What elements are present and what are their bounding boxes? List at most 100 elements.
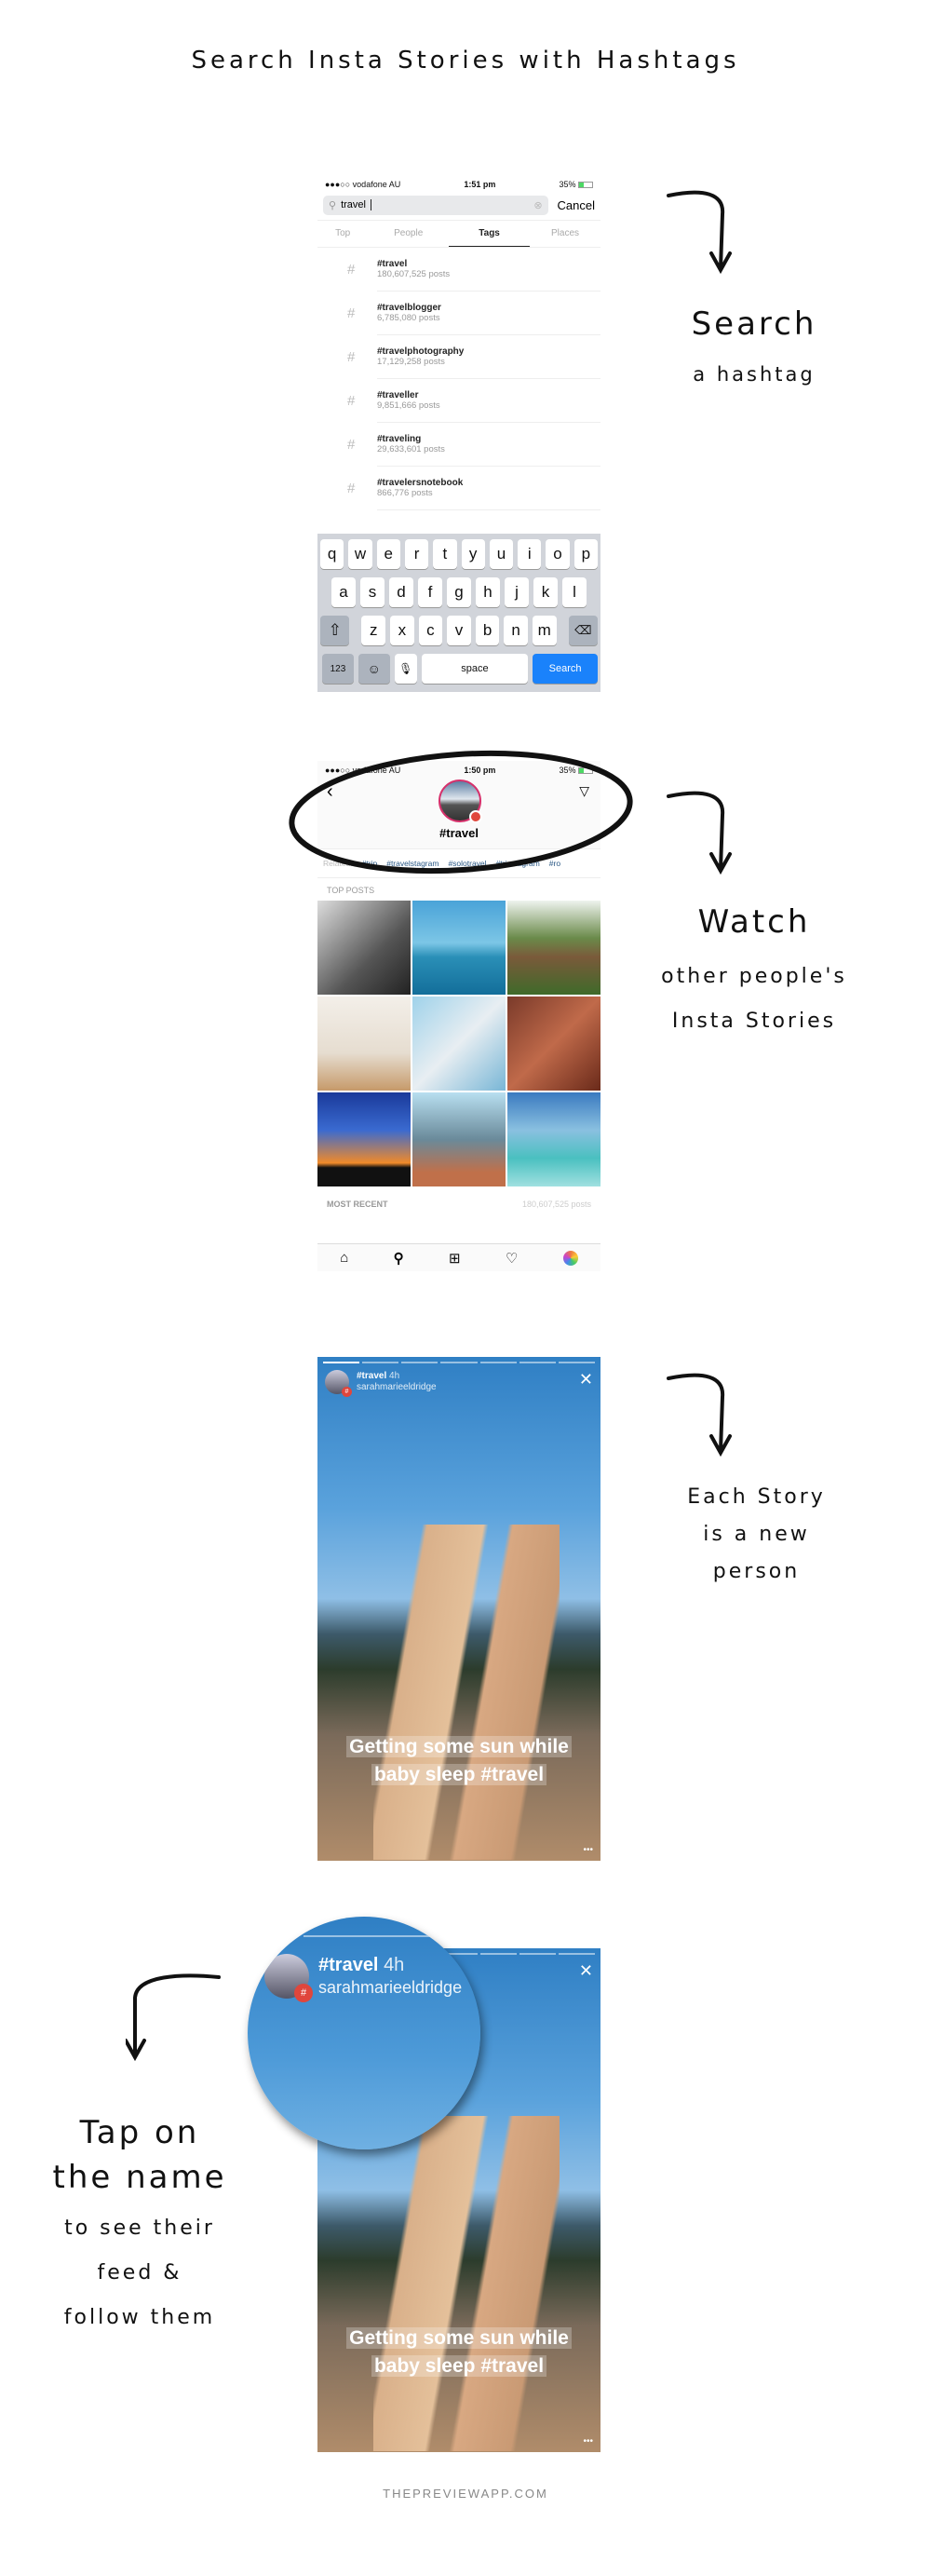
tag-count: 866,776 posts <box>377 488 433 498</box>
post-thumbnail[interactable] <box>317 1092 411 1186</box>
more-icon[interactable]: ••• <box>583 1845 593 1855</box>
key-l[interactable]: l <box>562 577 587 607</box>
caption-line: Getting some sun while <box>346 2327 572 2349</box>
tab-tags[interactable]: Tags <box>449 221 530 247</box>
post-thumbnail[interactable] <box>412 901 506 995</box>
story-age: 4h <box>389 1371 400 1381</box>
story-screen[interactable]: # #travel 4h sarahmarieeldridge ✕ Getting … <box>317 1357 600 1861</box>
key-u[interactable]: u <box>489 539 514 569</box>
tab-bar: Top People Tags Places <box>317 220 600 248</box>
key-m[interactable]: m <box>532 616 557 645</box>
post-thumbnail[interactable] <box>507 997 600 1091</box>
key-v[interactable]: v <box>447 616 471 645</box>
cancel-button[interactable]: Cancel <box>558 198 595 212</box>
post-thumbnail[interactable] <box>507 901 600 995</box>
result-row[interactable]: # #travel 180,607,525 posts <box>317 248 600 291</box>
key-i[interactable]: i <box>518 539 542 569</box>
hand-drawn-circle <box>289 750 633 874</box>
page-title: Search Insta Stories with Hashtags <box>191 47 740 75</box>
tag-count: 17,129,258 posts <box>377 357 445 367</box>
tag-name: #travelblogger <box>377 303 441 313</box>
key-g[interactable]: g <box>447 577 471 607</box>
story-photo <box>373 2116 560 2451</box>
step1-heading: Search <box>691 305 817 343</box>
result-row[interactable]: # #travelblogger 6,785,080 posts <box>317 291 600 335</box>
post-thumbnail[interactable] <box>507 1092 600 1186</box>
post-thumbnail[interactable] <box>317 901 411 995</box>
post-count: 180,607,525 posts <box>521 1200 591 1209</box>
story-caption: Getting some sun while baby sleep #travel <box>317 2325 600 2380</box>
key-e[interactable]: e <box>376 539 400 569</box>
space-key[interactable]: space <box>421 654 529 684</box>
tab-places[interactable]: Places <box>530 221 600 247</box>
search-key[interactable]: Search <box>533 654 598 684</box>
home-icon[interactable]: ⌂ <box>340 1250 348 1266</box>
post-thumbnail[interactable] <box>412 1092 506 1186</box>
story-tag[interactable]: #travel <box>357 1371 386 1381</box>
clear-icon[interactable]: ⊗ <box>533 199 542 211</box>
key-s[interactable]: s <box>360 577 385 607</box>
arrow-icon <box>667 190 732 275</box>
hashtag-icon: # <box>347 393 356 409</box>
search-icon[interactable]: ⚲ <box>394 1250 404 1267</box>
key-o[interactable]: o <box>546 539 570 569</box>
story-username[interactable]: sarahmarieeldridge <box>357 1382 437 1392</box>
step4-line1: Tap on <box>79 2114 200 2151</box>
post-thumbnail[interactable] <box>317 997 411 1091</box>
profile-icon[interactable] <box>562 1250 578 1266</box>
more-icon[interactable]: ••• <box>583 2436 593 2447</box>
close-icon[interactable]: ✕ <box>579 1961 593 1981</box>
key-p[interactable]: p <box>573 539 598 569</box>
shift-key[interactable]: ⇧ <box>320 616 350 645</box>
arrow-icon <box>667 1373 732 1457</box>
numbers-key[interactable]: 123 <box>322 654 354 684</box>
result-row[interactable]: # #travelersnotebook 866,776 posts <box>317 467 600 510</box>
tab-top[interactable]: Top <box>317 221 368 247</box>
backspace-key[interactable]: ⌫ <box>568 616 599 645</box>
result-row[interactable]: # #traveling 29,633,601 posts <box>317 423 600 467</box>
search-input[interactable]: ⚲ travel ⊗ <box>323 195 548 215</box>
battery-icon <box>578 182 593 189</box>
key-q[interactable]: q <box>320 539 344 569</box>
result-row[interactable]: # #travelphotography 17,129,258 posts <box>317 335 600 379</box>
footer[interactable]: THEPREVIEWAPP.COM <box>0 2487 931 2501</box>
key-k[interactable]: k <box>533 577 558 607</box>
post-thumbnail[interactable] <box>412 997 506 1091</box>
key-h[interactable]: h <box>476 577 500 607</box>
heart-icon[interactable]: ♡ <box>506 1250 518 1267</box>
key-n[interactable]: n <box>504 616 528 645</box>
key-w[interactable]: w <box>348 539 372 569</box>
story-tag[interactable]: #travel <box>318 1955 379 1975</box>
step4-line2: the name <box>52 2159 227 2196</box>
key-r[interactable]: r <box>404 539 429 569</box>
result-row[interactable]: # #traveller 9,851,666 posts <box>317 379 600 423</box>
key-d[interactable]: d <box>389 577 413 607</box>
hashtag-icon: # <box>347 262 356 278</box>
story-caption: Getting some sun while baby sleep #travel <box>317 1733 600 1789</box>
tag-count: 180,607,525 posts <box>377 269 451 279</box>
key-t[interactable]: t <box>433 539 457 569</box>
story-header[interactable]: # #travel 4h sarahmarieeldridge <box>325 1370 437 1397</box>
key-c[interactable]: c <box>418 616 443 645</box>
add-post-icon[interactable]: ⊞ <box>449 1250 461 1267</box>
key-x[interactable]: x <box>390 616 414 645</box>
key-f[interactable]: f <box>418 577 442 607</box>
key-z[interactable]: z <box>361 616 386 645</box>
key-j[interactable]: j <box>505 577 529 607</box>
key-a[interactable]: a <box>331 577 356 607</box>
hashtag-avatar[interactable]: # <box>325 1370 352 1397</box>
tab-people[interactable]: People <box>368 221 449 247</box>
story-username[interactable]: sarahmarieeldridge <box>318 1978 462 1997</box>
key-b[interactable]: b <box>475 616 500 645</box>
key-y[interactable]: y <box>461 539 485 569</box>
results-list: # #travel 180,607,525 posts # #travelblogger… <box>317 248 600 510</box>
story-progress <box>323 1362 595 1363</box>
hashtag-avatar[interactable]: # <box>264 1954 313 2002</box>
microphone-key[interactable]: 🎙 <box>394 654 417 684</box>
close-icon[interactable]: ✕ <box>579 1370 593 1390</box>
hashtag-icon: # <box>347 481 356 496</box>
emoji-key[interactable]: ☺ <box>358 654 390 684</box>
arrow-icon <box>667 791 732 875</box>
tag-count: 9,851,666 posts <box>377 400 440 411</box>
step4-line3: to see their <box>64 2217 215 2240</box>
